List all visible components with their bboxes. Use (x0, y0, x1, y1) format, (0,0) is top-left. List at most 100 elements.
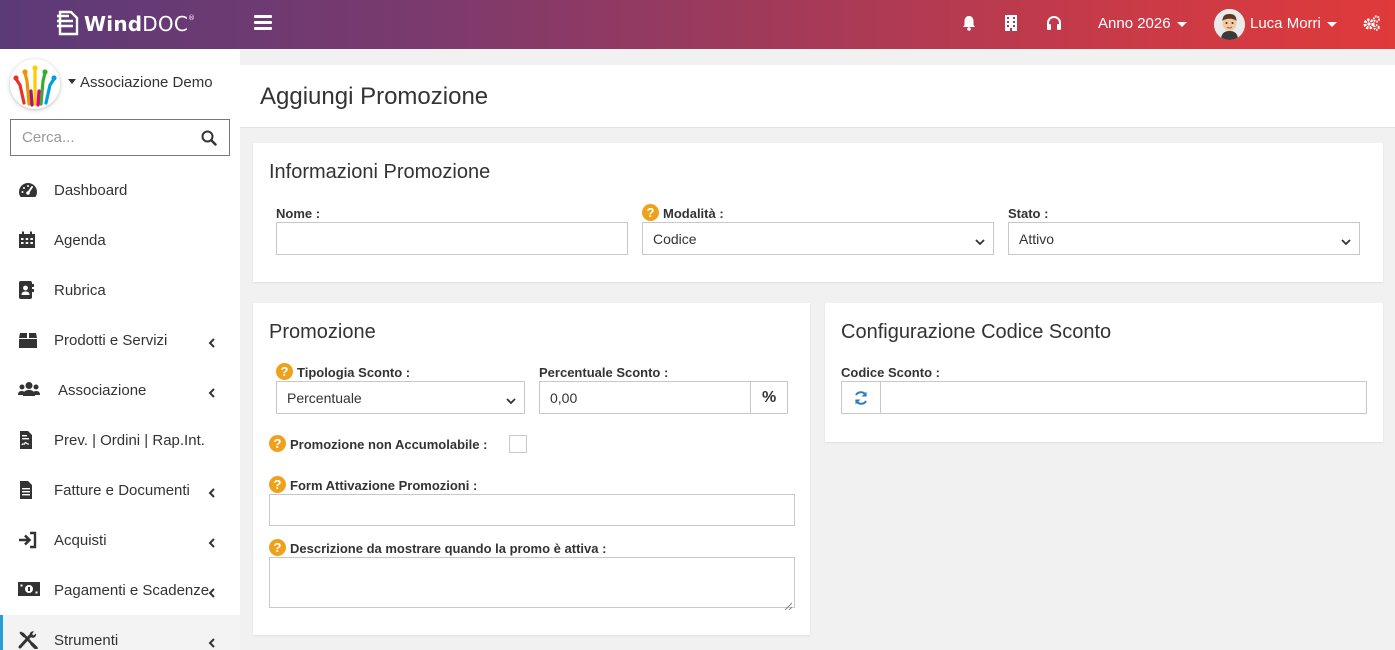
organization-logo (10, 59, 60, 109)
headset-icon[interactable] (1046, 15, 1064, 33)
cogs-icon[interactable] (1363, 15, 1381, 33)
sidebar-item-strumenti[interactable]: Strumenti (0, 615, 240, 650)
organization-switcher[interactable]: Associazione Demo (10, 59, 230, 109)
codice-sconto-field-wrapper (880, 381, 1367, 414)
sidebar-nav: Dashboard Agenda Rubrica Prodotti e Serv… (0, 165, 240, 650)
codice-sconto-input[interactable] (881, 382, 1366, 413)
help-icon[interactable]: ? (269, 435, 286, 452)
windoc-logo-icon (57, 10, 81, 38)
sidebar-item-label: Associazione (58, 382, 147, 399)
sidebar-item-pagamenti-e-scadenze[interactable]: Pagamenti e Scadenze (0, 565, 240, 615)
percent-addon: % (750, 381, 788, 414)
percentuale-sconto-label: Percentuale Sconto : (539, 365, 669, 380)
nome-field-wrapper (276, 222, 628, 255)
sidebar-item-label: Prodotti e Servizi (54, 332, 168, 349)
address-book-icon (18, 281, 38, 299)
box-icon (18, 331, 38, 349)
user-avatar[interactable] (1214, 9, 1245, 40)
page-title: Aggiungi Promozione (260, 83, 489, 110)
chevron-down-icon (975, 234, 985, 246)
app-brand: WindDOC® (84, 12, 196, 36)
sidebar-item-dashboard[interactable]: Dashboard (0, 165, 240, 215)
chevron-left-icon (208, 535, 216, 548)
file-contract-icon (18, 431, 38, 449)
tipologia-sconto-label: ? Tipologia Sconto : (276, 363, 410, 380)
user-menu[interactable]: Luca Morri (1250, 15, 1337, 32)
codice-sconto-label: Codice Sconto : (841, 365, 940, 380)
nome-label: Nome : (276, 206, 321, 221)
form-attivazione-label: ? Form Attivazione Promozioni : (269, 476, 477, 493)
panel-title: Configurazione Codice Sconto (841, 321, 1112, 343)
chevron-left-icon (208, 635, 216, 648)
chevron-down-icon (506, 393, 516, 405)
regenerate-code-button[interactable] (841, 381, 881, 414)
sidebar-item-label: Pagamenti e Scadenze (54, 582, 210, 599)
sidebar-item-rubrica[interactable]: Rubrica (0, 265, 240, 315)
help-icon[interactable]: ? (269, 476, 286, 493)
stato-label: Stato : (1008, 206, 1049, 221)
help-icon[interactable]: ? (276, 363, 293, 380)
tipologia-selected-value: Percentuale (287, 390, 362, 406)
nome-input[interactable] (277, 223, 627, 254)
year-selector[interactable]: Anno 2026 (1098, 15, 1187, 32)
app-logo[interactable]: WindDOC® (57, 7, 195, 41)
form-attivazione-input[interactable] (270, 495, 794, 525)
search-icon[interactable] (201, 130, 217, 146)
sidebar-item-prodotti-e-servizi[interactable]: Prodotti e Servizi (0, 315, 240, 365)
sidebar-item-acquisti[interactable]: Acquisti (0, 515, 240, 565)
bell-icon[interactable] (961, 15, 979, 33)
menu-toggle-icon[interactable] (254, 15, 272, 31)
caret-down-icon (68, 78, 76, 84)
sidebar-item-label: Dashboard (54, 182, 128, 199)
users-icon (18, 381, 40, 399)
stato-selected-value: Attivo (1019, 231, 1055, 247)
percentuale-field-wrapper (539, 381, 751, 414)
sidebar-item-agenda[interactable]: Agenda (0, 215, 240, 265)
resize-grip-icon[interactable] (784, 597, 793, 611)
chevron-left-icon (208, 335, 216, 348)
panel-title: Promozione (269, 321, 376, 343)
sidebar-item-label: Acquisti (54, 532, 107, 549)
sidebar-item-label: Fatture e Documenti (54, 482, 190, 499)
money-icon (18, 581, 40, 599)
chevron-left-icon (208, 585, 216, 598)
help-icon[interactable]: ? (269, 539, 286, 556)
caret-down-icon (1176, 21, 1187, 27)
panel-title: Informazioni Promozione (269, 161, 491, 183)
non-accumulabile-checkbox[interactable] (509, 435, 527, 453)
descrizione-label: ? Descrizione da mostrare quando la promo… (269, 539, 606, 556)
discount-code-panel: Configurazione Codice Sconto Codice Scon… (825, 303, 1383, 442)
sidebar-item-label: Rubrica (54, 282, 106, 299)
search-input[interactable] (11, 120, 191, 155)
stato-select[interactable]: Attivo (1008, 222, 1360, 255)
form-attivazione-field-wrapper (269, 494, 795, 526)
chevron-left-icon (208, 485, 216, 498)
tipologia-sconto-select[interactable]: Percentuale (276, 381, 525, 414)
sidebar-item-label: Prev. | Ordini | Rap.Int. (54, 432, 205, 449)
sidebar-search (10, 119, 230, 156)
page-header: Aggiungi Promozione (240, 65, 1395, 128)
calendar-icon (18, 231, 38, 249)
sidebar-item-associazione[interactable]: Associazione (0, 365, 240, 415)
help-icon[interactable]: ? (642, 204, 659, 221)
descrizione-textarea[interactable] (270, 558, 794, 607)
building-icon[interactable] (1004, 15, 1022, 33)
sidebar-item-label: Agenda (54, 232, 106, 249)
non-accumulabile-label: ? Promozione non Accumolabile : (269, 435, 487, 452)
percent-icon: % (762, 389, 777, 406)
file-icon (18, 481, 38, 499)
chevron-left-icon (208, 385, 216, 398)
sidebar-item-fatture-e-documenti[interactable]: Fatture e Documenti (0, 465, 240, 515)
sidebar-item-preventivi-ordini[interactable]: Prev. | Ordini | Rap.Int. (0, 415, 240, 465)
tools-icon (18, 631, 38, 650)
descrizione-field-wrapper (269, 557, 795, 611)
modalita-select[interactable]: Codice (642, 222, 994, 255)
percentuale-sconto-input[interactable] (540, 382, 750, 413)
top-bar: WindDOC® Anno 2026 Luca Morri (0, 0, 1395, 49)
modalita-selected-value: Codice (653, 231, 697, 247)
organization-name[interactable]: Associazione Demo (68, 74, 213, 91)
dashboard-icon (18, 181, 38, 199)
refresh-icon (855, 391, 867, 405)
caret-down-icon (1326, 21, 1337, 27)
promotion-panel: Promozione ? Tipologia Sconto : Percentua… (253, 303, 810, 635)
